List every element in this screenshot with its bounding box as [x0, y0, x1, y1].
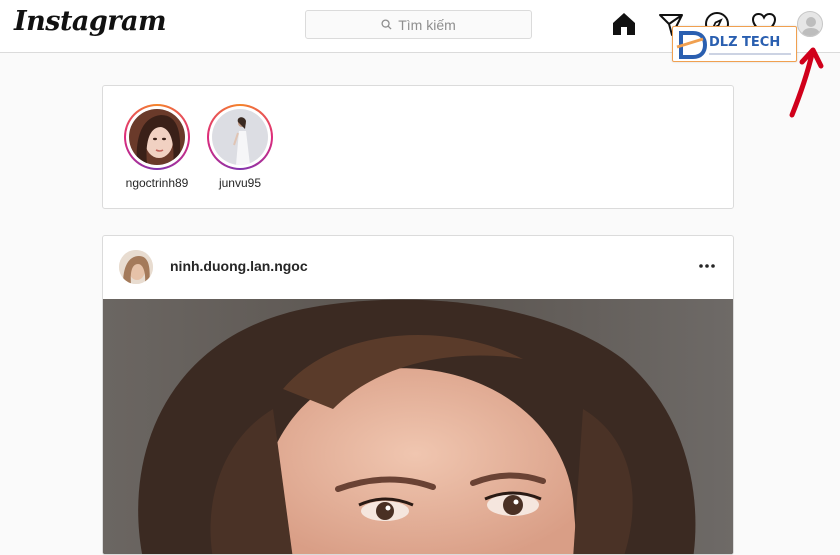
- watermark-badge: DLZ TECH: [672, 26, 797, 62]
- watermark-text: DLZ TECH: [709, 35, 781, 50]
- story-item[interactable]: ngoctrinh89: [117, 104, 197, 190]
- post-author-avatar[interactable]: [119, 250, 153, 284]
- red-annotation-arrow: [789, 47, 824, 118]
- default-avatar-icon: [801, 17, 821, 36]
- search-placeholder: Tìm kiếm: [398, 16, 456, 33]
- home-icon[interactable]: [611, 11, 637, 37]
- story-username: junvu95: [218, 176, 262, 190]
- stories-tray: ngoctrinh89 junvu95: [102, 85, 734, 209]
- story-avatar: [129, 109, 185, 165]
- search-input[interactable]: Tìm kiếm: [305, 10, 532, 39]
- story-avatar: [212, 109, 268, 165]
- post-username[interactable]: ninh.duong.lan.ngoc: [170, 258, 308, 274]
- search-icon: [381, 19, 392, 30]
- post-photo[interactable]: [103, 299, 733, 554]
- profile-avatar-icon[interactable]: [797, 11, 823, 37]
- story-ring: [207, 104, 273, 170]
- story-username: ngoctrinh89: [125, 176, 189, 190]
- post-header: ninh.duong.lan.ngoc: [103, 236, 733, 299]
- feed-post: ninh.duong.lan.ngoc: [102, 235, 734, 555]
- instagram-logo[interactable]: Instagram: [14, 6, 167, 37]
- story-ring: [124, 104, 190, 170]
- story-item[interactable]: junvu95: [200, 104, 280, 190]
- more-dots-icon[interactable]: [697, 258, 717, 274]
